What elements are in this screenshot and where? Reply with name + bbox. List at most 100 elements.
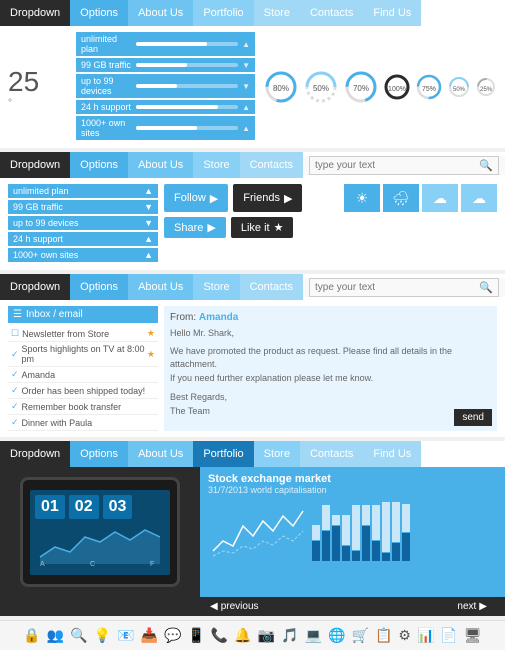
temperature-unit: ° [8,98,68,109]
icon-lock[interactable]: 🔒 [23,627,40,644]
nav-findus-4[interactable]: Find Us [363,441,421,467]
tablet-panel: 01 02 03 A C F [0,467,200,597]
share-button[interactable]: Share ▶ [164,217,226,238]
icon-bell[interactable]: 🔔 [234,627,251,644]
icon-strip: 🔒 👥 🔍 💡 📧 📥 💬 📱 📞 🔔 📷 🎵 💻 🌐 🛒 📋 ⚙ 📊 📄 🖥 [0,620,505,650]
nav-dropdown-3[interactable]: Dropdown [0,274,70,300]
search-bar-3[interactable]: 🔍 [309,278,499,297]
sec2-info-list: unlimited plan ▲ 99 GB traffic ▼ up to 9… [8,184,158,264]
nav-portfolio-4[interactable]: Portfolio [193,441,253,467]
svg-text:F: F [150,561,154,567]
info-row-5: 1000+ own sites ▲ [76,116,255,140]
tablet-screen: 01 02 03 A C F [30,490,170,575]
search-input-2[interactable] [315,160,479,171]
email-body: Hello Mr. Shark, We have promoted the pr… [170,327,491,418]
inbox-title: ☰ Inbox / email [8,306,158,323]
inbox-item-6[interactable]: ✓ Dinner with Paula [8,415,158,431]
inbox-item-4[interactable]: ✓ Order has been shipped today! [8,383,158,399]
weather-sunny: ☀ [344,184,380,212]
icon-chat[interactable]: 💬 [164,627,181,644]
nav-dropdown-2[interactable]: Dropdown [0,152,70,178]
weather-icons: ☀ 🌧 ☁ ☁ [344,184,497,212]
section1-content: 25 ° unlimited plan ▲ 99 GB traffic ▼ up… [0,26,505,148]
nav-contacts-1[interactable]: Contacts [300,0,363,26]
nav-findus-1[interactable]: Find Us [363,0,421,26]
search-bar-2[interactable]: 🔍 [309,156,499,175]
svg-text:80%: 80% [273,84,289,93]
info-row-1: unlimited plan ▲ [76,32,255,56]
follow-button[interactable]: Follow ▶ [164,184,228,212]
section4-body: 01 02 03 A C F [0,467,505,597]
nav-contacts-2[interactable]: Contacts [240,152,303,178]
send-button[interactable]: send [454,409,492,426]
icon-monitor[interactable]: 🖥 [464,627,482,644]
search-icon-2[interactable]: 🔍 [479,159,493,172]
icon-inbox[interactable]: 📥 [141,627,158,644]
icon-chart[interactable]: 📊 [417,627,434,644]
temperature-value: 25 [8,66,68,98]
search-icon-3[interactable]: 🔍 [479,281,493,294]
weather-cloudy: ☁ [422,184,458,212]
circle-25: 25% [475,76,497,98]
icon-laptop[interactable]: 💻 [305,627,322,644]
email-from: From: Amanda [170,312,491,323]
inbox-item-5[interactable]: ✓ Remember book transfer [8,399,158,415]
nav-bar-2: Dropdown Options About Us Store Contacts… [0,152,505,178]
nav-options-2[interactable]: Options [70,152,128,178]
nav-store-1[interactable]: Store [254,0,300,26]
icon-cart[interactable]: 🛒 [352,627,369,644]
icon-users[interactable]: 👥 [47,627,64,644]
icon-globe[interactable]: 🌐 [328,627,345,644]
nav-dropdown-1[interactable]: Dropdown [0,0,70,26]
icon-gear[interactable]: ⚙ [398,627,411,644]
search-input-3[interactable] [315,282,479,293]
icon-email[interactable]: 📧 [117,627,134,644]
icon-mobile[interactable]: 📱 [187,627,204,644]
icon-bulb[interactable]: 💡 [94,627,111,644]
nav-portfolio-1[interactable]: Portfolio [193,0,253,26]
inbox-item-3[interactable]: ✓ Amanda [8,367,158,383]
nav-about-1[interactable]: About Us [128,0,193,26]
nav-options-4[interactable]: Options [70,441,128,467]
nav-about-4[interactable]: About Us [128,441,193,467]
circles-row: 80% 50% 70% [263,69,497,105]
section1: Dropdown Options About Us Portfolio Stor… [0,0,505,148]
svg-text:75%: 75% [422,86,436,93]
temperature-box: 25 ° [8,66,68,109]
nav-about-2[interactable]: About Us [128,152,193,178]
nav-options-3[interactable]: Options [70,274,128,300]
circle-75: 75% [415,73,443,101]
sec2-row-3: up to 99 devices ▼ [8,216,158,230]
svg-text:C: C [90,561,95,567]
section3: Dropdown Options About Us Store Contacts… [0,274,505,437]
circle-50b: 50% [447,75,471,99]
stock-sub: 31/7/2013 world capitalisation [208,485,497,495]
nav-about-3[interactable]: About Us [128,274,193,300]
svg-text:A: A [40,561,45,567]
icon-clipboard[interactable]: 📋 [375,627,392,644]
icon-search[interactable]: 🔍 [70,627,87,644]
icon-doc[interactable]: 📄 [440,627,457,644]
icon-music[interactable]: 🎵 [281,627,298,644]
inbox-item-2[interactable]: ✓ Sports highlights on TV at 8:00 pm ★ [8,342,158,367]
nav-store-2[interactable]: Store [193,152,239,178]
icon-camera[interactable]: 📷 [258,627,275,644]
icon-phone[interactable]: 📞 [211,627,228,644]
svg-text:50%: 50% [313,84,329,93]
svg-text:100%: 100% [388,86,406,93]
section2: Dropdown Options About Us Store Contacts… [0,152,505,270]
nav-contacts-3[interactable]: Contacts [240,274,303,300]
friends-button[interactable]: Friends ▶ [233,184,302,212]
nav-contacts-4[interactable]: Contacts [300,441,363,467]
weather-cloud2: ☁ [461,184,497,212]
inbox-item-1[interactable]: ☐ Newsletter from Store ★ [8,326,158,342]
nav-dropdown-4[interactable]: Dropdown [0,441,70,467]
nav-options-1[interactable]: Options [70,0,128,26]
digit-02: 02 [69,495,99,519]
nav-store-3[interactable]: Store [193,274,239,300]
digit-01: 01 [35,495,65,519]
nav-store-4[interactable]: Store [254,441,300,467]
sec2-buttons-weather: Follow ▶ Friends ▶ ☀ 🌧 ☁ ☁ Share ▶ [164,184,497,264]
bar-chart [312,501,410,561]
likeit-button[interactable]: Like it ★ [231,217,294,238]
